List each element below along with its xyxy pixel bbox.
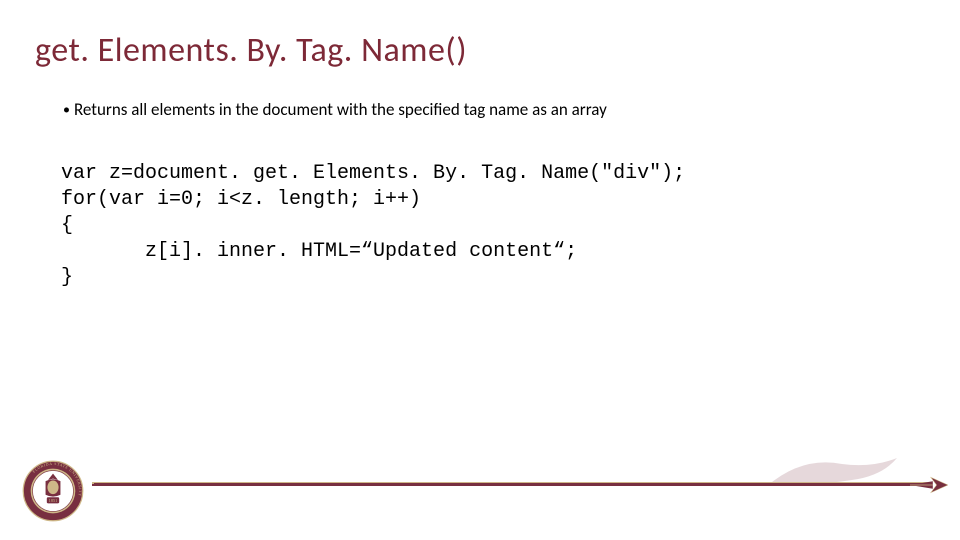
bullet-item: • Returns all elements in the document w…: [63, 99, 925, 121]
code-line: }: [61, 266, 73, 289]
slide-footer: 1851 FLORIDA STATE UNIVERSITY: [0, 452, 960, 522]
spear-icon: [910, 471, 948, 499]
code-line: var z=document. get. Elements. By. Tag. …: [61, 162, 685, 185]
bullet-text: Returns all elements in the document wit…: [74, 99, 607, 121]
footer-divider: [92, 482, 930, 486]
bullet-marker: •: [63, 99, 70, 121]
code-line: for(var i=0; i<z. length; i++): [61, 188, 421, 211]
slide-title: get. Elements. By. Tag. Name(): [35, 30, 925, 71]
slide-body: • Returns all elements in the document w…: [35, 99, 925, 291]
seal-year: 1851: [49, 498, 58, 503]
code-line: z[i]. inner. HTML=“Updated content“;: [61, 240, 577, 263]
code-line: {: [61, 214, 73, 237]
feather-watermark-icon: [762, 446, 902, 496]
university-seal-icon: 1851 FLORIDA STATE UNIVERSITY: [22, 460, 84, 522]
slide: get. Elements. By. Tag. Name() • Returns…: [0, 0, 960, 540]
code-block: var z=document. get. Elements. By. Tag. …: [61, 161, 925, 291]
